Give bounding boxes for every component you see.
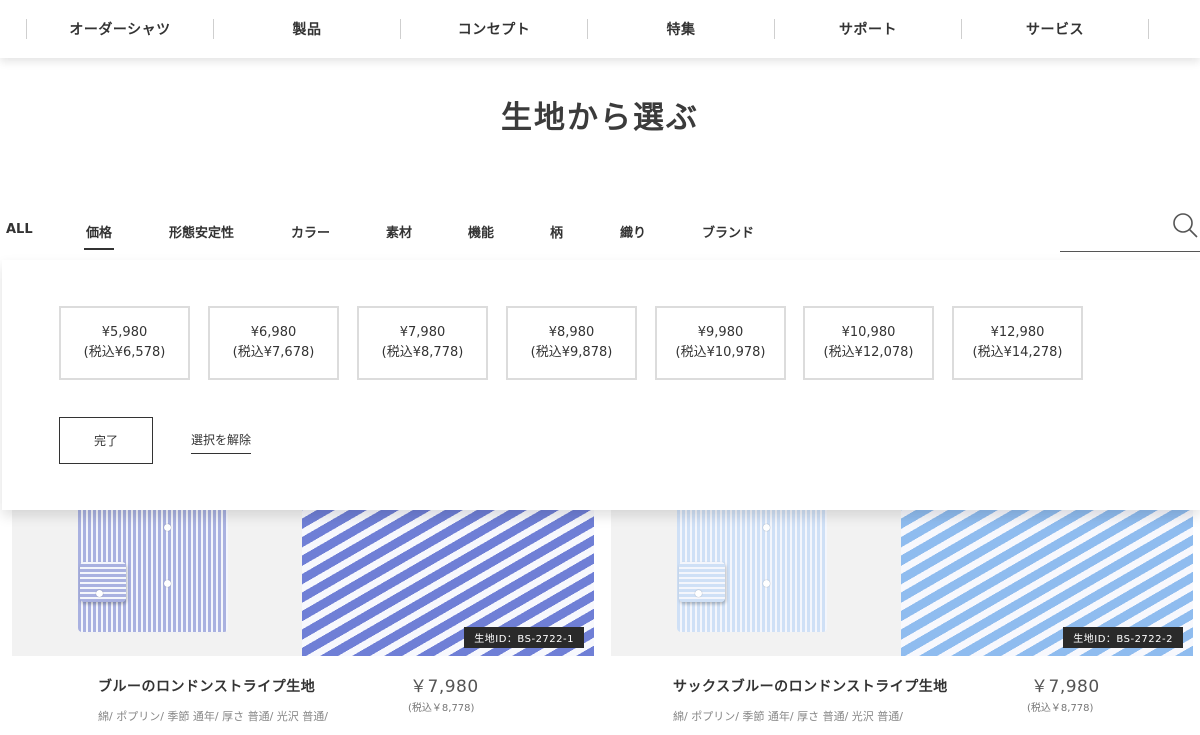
shirt-button [763, 524, 770, 531]
nav-item-products[interactable]: 製品 [214, 19, 400, 39]
product-price: ￥7,980 [1031, 677, 1100, 697]
product-tags: 綿/ ポプリン/ 季節 通年/ 厚さ 普通/ 光沢 普通/ [98, 710, 329, 723]
price-filter-panel: ¥5,980 (税込¥6,578) ¥6,980 (税込¥7,678) ¥7,9… [2, 260, 1200, 510]
product-name[interactable]: サックスブルーのロンドンストライプ生地 [673, 676, 948, 696]
product-name[interactable]: ブルーのロンドンストライプ生地 [98, 676, 315, 696]
fabric-swatch: 生地ID：BS-2722-1 [302, 510, 594, 656]
shirt-cuff [80, 562, 126, 602]
price-option-tax: (税込¥10,978) [675, 345, 766, 360]
price-option-6980[interactable]: ¥6,980 (税込¥7,678) [208, 306, 339, 380]
tab-weave[interactable]: 織り [620, 222, 646, 241]
price-option-tax: (税込¥7,678) [232, 345, 315, 360]
tab-wrinkle-free[interactable]: 形態安定性 [169, 222, 234, 241]
nav-item-support[interactable]: サポート [775, 19, 961, 39]
shirt-button [164, 524, 171, 531]
price-option-10980[interactable]: ¥10,980 (税込¥12,078) [803, 306, 934, 380]
price-option-label: ¥9,980 [697, 325, 744, 340]
price-option-tax: (税込¥9,878) [530, 345, 613, 360]
price-option-label: ¥7,980 [399, 325, 446, 340]
tab-function[interactable]: 機能 [468, 222, 494, 241]
product-price-tax: (税込￥8,778) [1027, 703, 1094, 714]
tab-brand[interactable]: ブランド [702, 222, 754, 241]
page-title: 生地から選ぶ [501, 100, 699, 136]
nav-item-concept[interactable]: コンセプト [401, 19, 587, 39]
price-option-tax: (税込¥12,078) [823, 345, 914, 360]
tab-all[interactable]: ALL [6, 222, 33, 237]
tab-price[interactable]: 価格 [83, 222, 115, 250]
price-option-12980[interactable]: ¥12,980 (税込¥14,278) [952, 306, 1083, 380]
fabric-id-badge: 生地ID：BS-2722-2 [1063, 627, 1183, 648]
product-tags: 綿/ ポプリン/ 季節 通年/ 厚さ 普通/ 光沢 普通/ [673, 710, 904, 723]
shirt-button [164, 580, 171, 587]
fabric-id-badge: 生地ID：BS-2722-1 [464, 627, 584, 648]
nav-item-features[interactable]: 特集 [588, 19, 774, 39]
price-option-tax: (税込¥14,278) [972, 345, 1063, 360]
nav-item-order-shirt[interactable]: オーダーシャツ [27, 19, 213, 39]
price-option-8980[interactable]: ¥8,980 (税込¥9,878) [506, 306, 637, 380]
search-icon[interactable] [1172, 212, 1198, 238]
price-option-label: ¥10,980 [841, 325, 896, 340]
price-option-9980[interactable]: ¥9,980 (税込¥10,978) [655, 306, 786, 380]
nav-divider [1148, 19, 1149, 39]
shirt-cuff [679, 562, 725, 602]
price-option-tax: (税込¥8,778) [381, 345, 464, 360]
tab-color[interactable]: カラー [291, 222, 330, 241]
clear-selection-link[interactable]: 選択を解除 [191, 431, 252, 454]
price-option-5980[interactable]: ¥5,980 (税込¥6,578) [59, 306, 190, 380]
price-option-tax: (税込¥6,578) [83, 345, 166, 360]
tab-pattern[interactable]: 柄 [550, 222, 563, 241]
fabric-swatch: 生地ID：BS-2722-2 [901, 510, 1193, 656]
price-option-label: ¥6,980 [250, 325, 297, 340]
product-price: ￥7,980 [410, 677, 479, 697]
shirt-button [96, 590, 103, 597]
shirt-button [695, 590, 702, 597]
done-button[interactable]: 完了 [59, 417, 153, 464]
product-price-tax: (税込￥8,778) [408, 703, 475, 714]
nav-item-service[interactable]: サービス [962, 19, 1148, 39]
price-option-label: ¥5,980 [101, 325, 148, 340]
price-option-label: ¥12,980 [990, 325, 1045, 340]
top-navigation: オーダーシャツ 製品 コンセプト 特集 サポート サービス [0, 0, 1200, 58]
tab-material[interactable]: 素材 [386, 222, 412, 241]
price-option-7980[interactable]: ¥7,980 (税込¥8,778) [357, 306, 488, 380]
price-option-label: ¥8,980 [548, 325, 595, 340]
shirt-button [763, 580, 770, 587]
